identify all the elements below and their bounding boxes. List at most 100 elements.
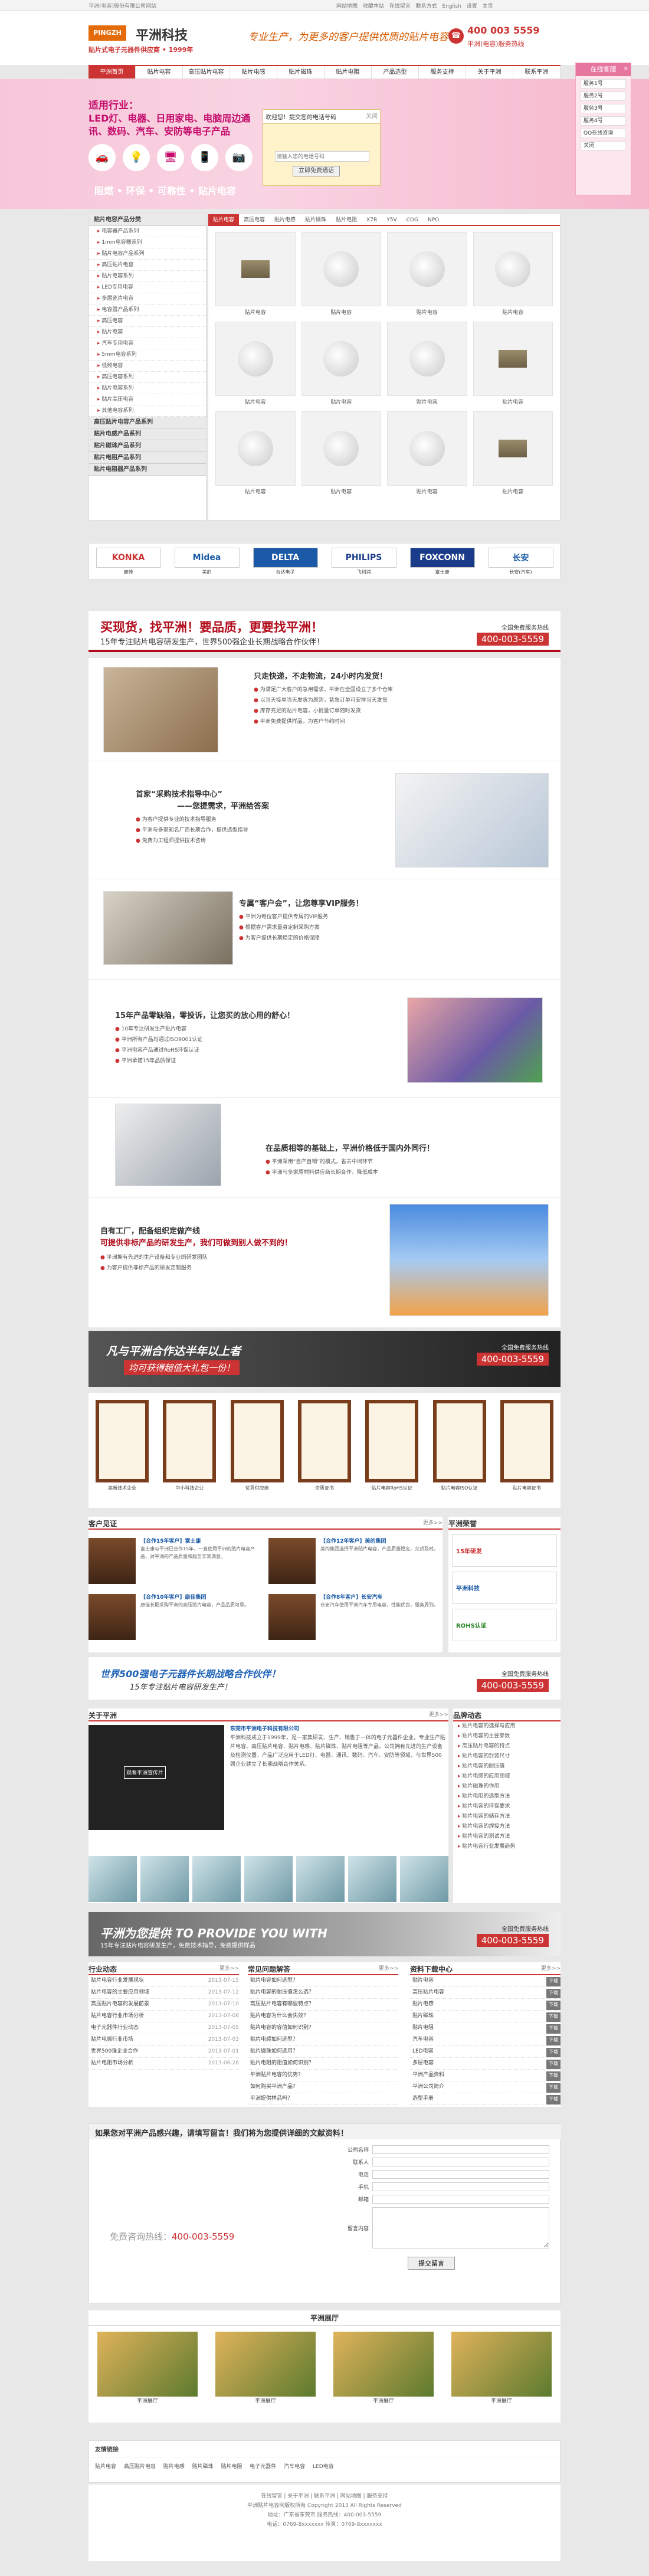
menu-item[interactable]: 贴片电容系列 xyxy=(89,271,206,282)
news-row[interactable]: 贴片电容行业发展现状 2013-07-15 xyxy=(88,1975,239,1987)
news-row[interactable]: 贴片电容行业市场分析 2013-07-08 xyxy=(88,2011,239,2022)
news-row[interactable]: 贴片电容的主要应用领域 2013-07-12 xyxy=(88,1987,239,1999)
tab-item[interactable]: COG xyxy=(402,214,423,225)
menu-item[interactable]: LED专用电容 xyxy=(89,282,206,293)
product-card[interactable]: 贴片电容 xyxy=(301,322,381,405)
nav-item[interactable]: 高压贴片电容 xyxy=(183,66,230,78)
nav-item[interactable]: 贴片电感 xyxy=(230,66,277,78)
product-image[interactable] xyxy=(301,411,381,486)
download-row[interactable]: 平洲产品资料 下载 xyxy=(410,2070,560,2081)
download-button[interactable]: 下载 xyxy=(546,2001,560,2010)
product-name[interactable]: 贴片电容 xyxy=(387,487,467,495)
download-row[interactable]: 贴片电容 下载 xyxy=(410,1975,560,1987)
menu-sub-title[interactable]: 高压贴片电容产品系列 xyxy=(89,417,206,428)
product-card[interactable]: 贴片电容 xyxy=(301,411,381,495)
gallery-item[interactable]: 平洲展厅 xyxy=(451,2332,552,2404)
download-row[interactable]: 选型手册 下载 xyxy=(410,2093,560,2105)
submit-button[interactable]: 提交留言 xyxy=(408,2257,455,2270)
download-row[interactable]: 贴片电阻 下载 xyxy=(410,2022,560,2034)
download-button[interactable]: 下载 xyxy=(546,2060,560,2069)
product-image[interactable] xyxy=(387,322,467,396)
product-name[interactable]: 贴片电容 xyxy=(387,398,467,405)
news-link[interactable]: 贴片电感的应用领域 xyxy=(453,1772,560,1782)
menu-item[interactable]: 贴片电容系列 xyxy=(89,383,206,394)
qq-item[interactable]: 服务3号 xyxy=(581,104,626,113)
nav-home[interactable]: 平洲首页 xyxy=(88,66,136,78)
menu-item[interactable]: 电容器产品系列 xyxy=(89,226,206,237)
faq-row[interactable]: 贴片电容的耐压值怎么选？ xyxy=(248,1987,398,1999)
video-player[interactable]: 观看平洲宣传片 xyxy=(88,1725,224,1830)
nav-item[interactable]: 贴片磁珠 xyxy=(277,66,324,78)
gallery-item[interactable]: 平洲展厅 xyxy=(215,2332,316,2404)
download-button[interactable]: 下载 xyxy=(546,2083,560,2093)
tab-item[interactable]: NPO xyxy=(423,214,444,225)
product-name[interactable]: 贴片电容 xyxy=(215,398,296,405)
brand-logo[interactable]: DELTA 台达电子 xyxy=(253,547,318,575)
menu-sub-title[interactable]: 贴片电感产品系列 xyxy=(89,428,206,440)
product-image[interactable] xyxy=(473,322,553,396)
download-row[interactable]: 贴片磁珠 下载 xyxy=(410,2011,560,2022)
certificate[interactable]: 优秀供应商 xyxy=(230,1400,284,1491)
brand-logo[interactable]: 长安 长安(汽车) xyxy=(488,547,553,575)
menu-item[interactable]: 高压电容 xyxy=(89,316,206,327)
download-button[interactable]: 下载 xyxy=(546,1989,560,1998)
menu-item[interactable]: 1mm电容器系列 xyxy=(89,237,206,248)
company-field[interactable] xyxy=(372,2145,549,2154)
faq-row[interactable]: 贴片电容如何选型？ xyxy=(248,1975,398,1987)
gallery-item[interactable]: 平洲展厅 xyxy=(333,2332,434,2404)
nav-item[interactable]: 产品选型 xyxy=(372,66,419,78)
faq-row[interactable]: 平洲提供样品吗？ xyxy=(248,2093,398,2105)
nav-item[interactable]: 关于平洲 xyxy=(466,66,513,78)
menu-item[interactable]: 贴片高压电容 xyxy=(89,394,206,405)
email-field[interactable] xyxy=(372,2195,549,2204)
certificate[interactable]: 贴片电容ISO认证 xyxy=(432,1400,486,1491)
call-button[interactable]: 立即免费通话 xyxy=(293,166,340,176)
product-name[interactable]: 贴片电容 xyxy=(387,308,467,316)
download-row[interactable]: 贴片电感 下载 xyxy=(410,1999,560,2011)
product-image[interactable] xyxy=(215,232,296,306)
faq-row[interactable]: 高压贴片电容有哪些特点？ xyxy=(248,1999,398,2011)
product-card[interactable]: 贴片电容 xyxy=(215,322,296,405)
certificate[interactable]: 贴片电容证书 xyxy=(500,1400,553,1491)
news-row[interactable]: 贴片电感行业市场 2013-07-03 xyxy=(88,2034,239,2046)
kefu-close[interactable]: 关闭 xyxy=(581,141,626,150)
product-name[interactable]: 贴片电容 xyxy=(473,487,553,495)
download-row[interactable]: 多层电容 下载 xyxy=(410,2058,560,2070)
news-link[interactable]: 贴片电容的选择与应用 xyxy=(453,1721,560,1731)
download-row[interactable]: LED电容 下载 xyxy=(410,2046,560,2058)
product-name[interactable]: 贴片电容 xyxy=(473,308,553,316)
product-card[interactable]: 贴片电容 xyxy=(215,232,296,316)
faq-row[interactable]: 如何购买平洲产品？ xyxy=(248,2081,398,2093)
qq-item[interactable]: 服务2号 xyxy=(581,91,626,101)
close-icon[interactable]: × xyxy=(624,66,628,72)
menu-item[interactable]: 低频电容 xyxy=(89,361,206,372)
brand-logo[interactable]: PHILIPS 飞利浦 xyxy=(331,547,396,575)
news-link[interactable]: 贴片电容的焊接方法 xyxy=(453,1822,560,1832)
news-link[interactable]: 贴片电容行业发展趋势 xyxy=(453,1842,560,1852)
faq-row[interactable]: 贴片电容的容值如何识别？ xyxy=(248,2022,398,2034)
footer-links[interactable]: 在线留言 | 关于平洲 | 联系平洲 | 网站地图 | 服务支持 xyxy=(88,2492,560,2501)
more-link[interactable]: 更多>> xyxy=(423,1518,442,1526)
qq-item[interactable]: 服务4号 xyxy=(581,116,626,126)
faq-row[interactable]: 贴片电阻的阻值如何识别？ xyxy=(248,2058,398,2070)
nav-item[interactable]: 服务支持 xyxy=(419,66,466,78)
menu-sub-title[interactable]: 贴片磁珠产品系列 xyxy=(89,440,206,452)
faq-row[interactable]: 贴片电感如何选型？ xyxy=(248,2034,398,2046)
menu-item[interactable]: 汽车专用电容 xyxy=(89,338,206,349)
brand-logo[interactable]: FOXCONN 富士康 xyxy=(409,547,475,575)
certificate[interactable]: 高新技术企业 xyxy=(96,1400,149,1491)
close-icon[interactable]: 关闭 xyxy=(366,111,378,120)
menu-item[interactable]: 贴片电容产品系列 xyxy=(89,248,206,260)
product-card[interactable]: 贴片电容 xyxy=(215,411,296,495)
case-item[interactable]: 【合作8年客户】长安汽车 长安汽车使用平洲汽车专用电容，性能优良，服务周到。 xyxy=(268,1590,440,1644)
tab-item[interactable]: 贴片电感 xyxy=(270,214,300,225)
phone-input[interactable] xyxy=(275,151,369,162)
news-link[interactable]: 贴片电阻的选型方法 xyxy=(453,1792,560,1802)
tab-item[interactable]: 贴片磁珠 xyxy=(300,214,331,225)
product-image[interactable] xyxy=(215,411,296,486)
product-image[interactable] xyxy=(301,232,381,306)
faq-row[interactable]: 平洲贴片电容的优势？ xyxy=(248,2070,398,2081)
product-name[interactable]: 贴片电容 xyxy=(473,398,553,405)
product-card[interactable]: 贴片电容 xyxy=(473,322,553,405)
product-card[interactable]: 贴片电容 xyxy=(387,322,467,405)
